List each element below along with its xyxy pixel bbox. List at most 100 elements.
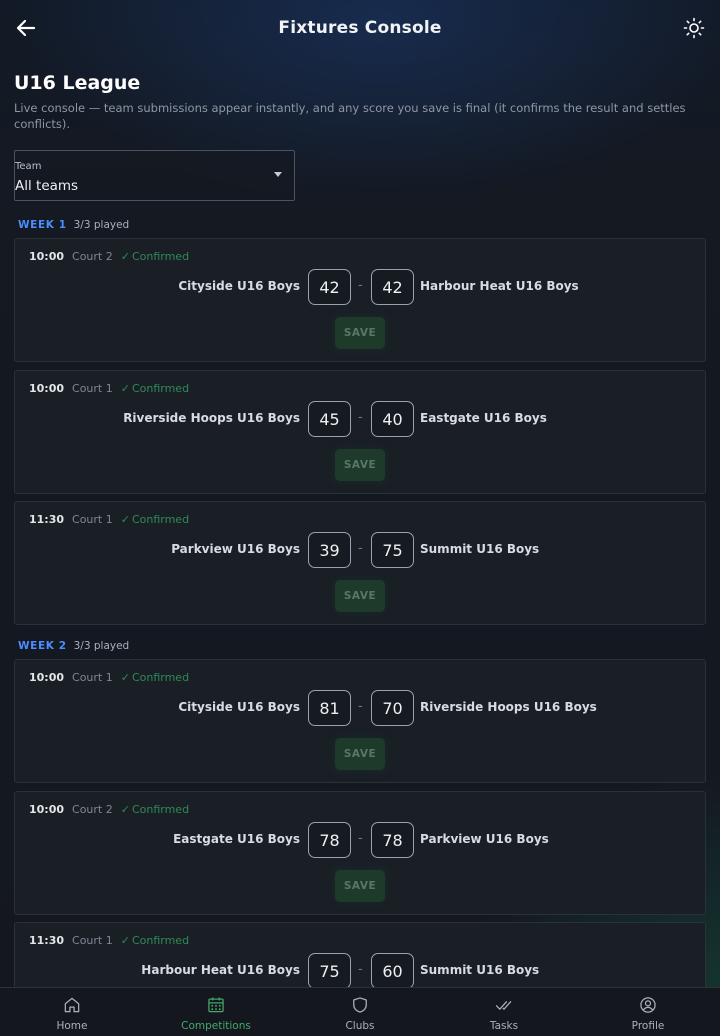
fixture-meta: 10:00 Court 1 ✓ Confirmed (29, 671, 189, 684)
fixture-meta: 11:30 Court 1 ✓ Confirmed (29, 934, 189, 947)
fixture-card: 10:00 Court 1 ✓ Confirmed Riverside Hoops U1… (14, 370, 706, 494)
check-icon: ✓ (120, 934, 130, 947)
home-score-input[interactable]: 81 (308, 690, 351, 726)
status-badge: ✓ Confirmed (121, 803, 189, 816)
shield-icon (353, 997, 367, 1013)
score-row: Cityside U16 Boys 81-70 Riverside Hoops U1… (15, 690, 705, 726)
theme-toggle-button[interactable] (682, 16, 706, 40)
home-score-input[interactable]: 45 (308, 401, 351, 437)
page-title: Fixtures Console (278, 18, 442, 38)
home-team-name: Riverside Hoops U16 Boys (123, 411, 300, 425)
nav-label: Tasks (489, 1020, 519, 1032)
away-score-input[interactable]: 70 (371, 690, 414, 726)
save-button[interactable]: SAVE (335, 449, 385, 481)
fixture-time: 10:00 (29, 803, 65, 816)
score-row: Eastgate U16 Boys 78-78 Parkview U16 Boys (15, 822, 705, 858)
away-score-input[interactable]: 60 (371, 953, 414, 989)
fixture-time: 10:00 (29, 382, 65, 395)
arrow-left-icon (16, 19, 36, 37)
team-select-label: Team (15, 161, 42, 172)
away-team-name: Summit U16 Boys (420, 963, 540, 977)
score-separator: - (358, 410, 363, 425)
save-button[interactable]: SAVE (335, 738, 385, 770)
calendar-icon (208, 997, 224, 1013)
team-select[interactable]: Team All teams (14, 150, 295, 201)
fixture-card: 11:30 Court 1 ✓ Confirmed Parkview U16 Boys 3… (14, 501, 706, 625)
nav-label: Clubs (345, 1020, 375, 1032)
status-badge: ✓ Confirmed (121, 382, 189, 395)
status-text: Confirmed (131, 803, 190, 816)
week-label: WEEK 2 (18, 640, 67, 652)
home-team-name: Parkview U16 Boys (171, 542, 300, 556)
nav-item-competitions[interactable]: Competitions (144, 988, 288, 1036)
score-row: Harbour Heat U16 Boys 75-60 Summit U16 Boy… (15, 953, 705, 989)
away-team-name: Summit U16 Boys (420, 542, 540, 556)
fixture-time: 10:00 (29, 250, 65, 263)
nav-label: Profile (631, 1020, 665, 1032)
save-button[interactable]: SAVE (335, 580, 385, 612)
home-score-input[interactable]: 39 (308, 532, 351, 568)
status-text: Confirmed (131, 934, 190, 947)
fixture-card: 10:00 Court 2 ✓ Confirmed Cityside U16 Boys 4… (14, 238, 706, 362)
status-text: Confirmed (131, 250, 190, 263)
week-header: WEEK 1 3/3 played (18, 219, 129, 231)
save-button[interactable]: SAVE (335, 317, 385, 349)
score-row: Riverside Hoops U16 Boys 45-40 Eastgate U1… (15, 401, 705, 437)
check-icon: ✓ (120, 513, 130, 526)
nav-item-home[interactable]: Home (0, 988, 144, 1036)
home-score-input[interactable]: 42 (308, 269, 351, 305)
back-button[interactable] (14, 16, 38, 40)
fixture-court: Court 2 (72, 250, 113, 263)
check-icon: ✓ (120, 671, 130, 684)
nav-item-clubs[interactable]: Clubs (288, 988, 432, 1036)
double-check-icon (495, 1001, 512, 1010)
home-score-input[interactable]: 78 (308, 822, 351, 858)
nav-label: Home (56, 1020, 88, 1032)
save-button[interactable]: SAVE (335, 870, 385, 902)
score-separator: - (358, 831, 363, 846)
home-score-input[interactable]: 75 (308, 953, 351, 989)
home-team-name: Harbour Heat U16 Boys (141, 963, 300, 977)
nav-label: Competitions (181, 1020, 251, 1032)
league-description: Live console — team submissions appear i… (14, 101, 686, 131)
score-separator: - (358, 699, 363, 714)
fixture-court: Court 1 (72, 513, 113, 526)
league-name: U16 League (14, 72, 141, 94)
home-icon (64, 997, 80, 1013)
away-score-input[interactable]: 42 (371, 269, 414, 305)
away-team-name: Riverside Hoops U16 Boys (420, 700, 597, 714)
score-separator: - (358, 278, 363, 293)
nav-item-tasks[interactable]: Tasks (432, 988, 576, 1036)
week-played-count: 3/3 played (73, 640, 130, 652)
week-header: WEEK 2 3/3 played (18, 640, 129, 652)
caret-down-icon (274, 172, 282, 177)
home-team-name: Eastgate U16 Boys (173, 832, 300, 846)
check-icon: ✓ (120, 803, 130, 816)
team-select-value: All teams (15, 178, 79, 194)
away-team-name: Harbour Heat U16 Boys (420, 279, 579, 293)
fixture-time: 10:00 (29, 671, 65, 684)
fixture-court: Court 2 (72, 803, 113, 816)
away-score-input[interactable]: 40 (371, 401, 414, 437)
fixture-card: 10:00 Court 1 ✓ Confirmed Cityside U16 Boys 8… (14, 659, 706, 783)
fixture-court: Court 1 (72, 671, 113, 684)
fixture-meta: 10:00 Court 2 ✓ Confirmed (29, 803, 189, 816)
status-badge: ✓ Confirmed (121, 513, 189, 526)
status-text: Confirmed (131, 671, 190, 684)
fixture-meta: 11:30 Court 1 ✓ Confirmed (29, 513, 189, 526)
home-team-name: Cityside U16 Boys (178, 279, 300, 293)
bottom-nav: Home Competitions Clubs Tasks Profile (0, 987, 720, 1036)
check-icon: ✓ (120, 250, 130, 263)
score-separator: - (358, 541, 363, 556)
status-badge: ✓ Confirmed (121, 671, 189, 684)
score-separator: - (358, 962, 363, 977)
away-score-input[interactable]: 78 (371, 822, 414, 858)
fixture-court: Court 1 (72, 382, 113, 395)
away-team-name: Parkview U16 Boys (420, 832, 549, 846)
week-label: WEEK 1 (18, 219, 67, 231)
fixture-time: 11:30 (29, 513, 65, 526)
away-score-input[interactable]: 75 (371, 532, 414, 568)
fixture-court: Court 1 (72, 934, 113, 947)
nav-item-profile[interactable]: Profile (576, 988, 720, 1036)
away-team-name: Eastgate U16 Boys (420, 411, 547, 425)
